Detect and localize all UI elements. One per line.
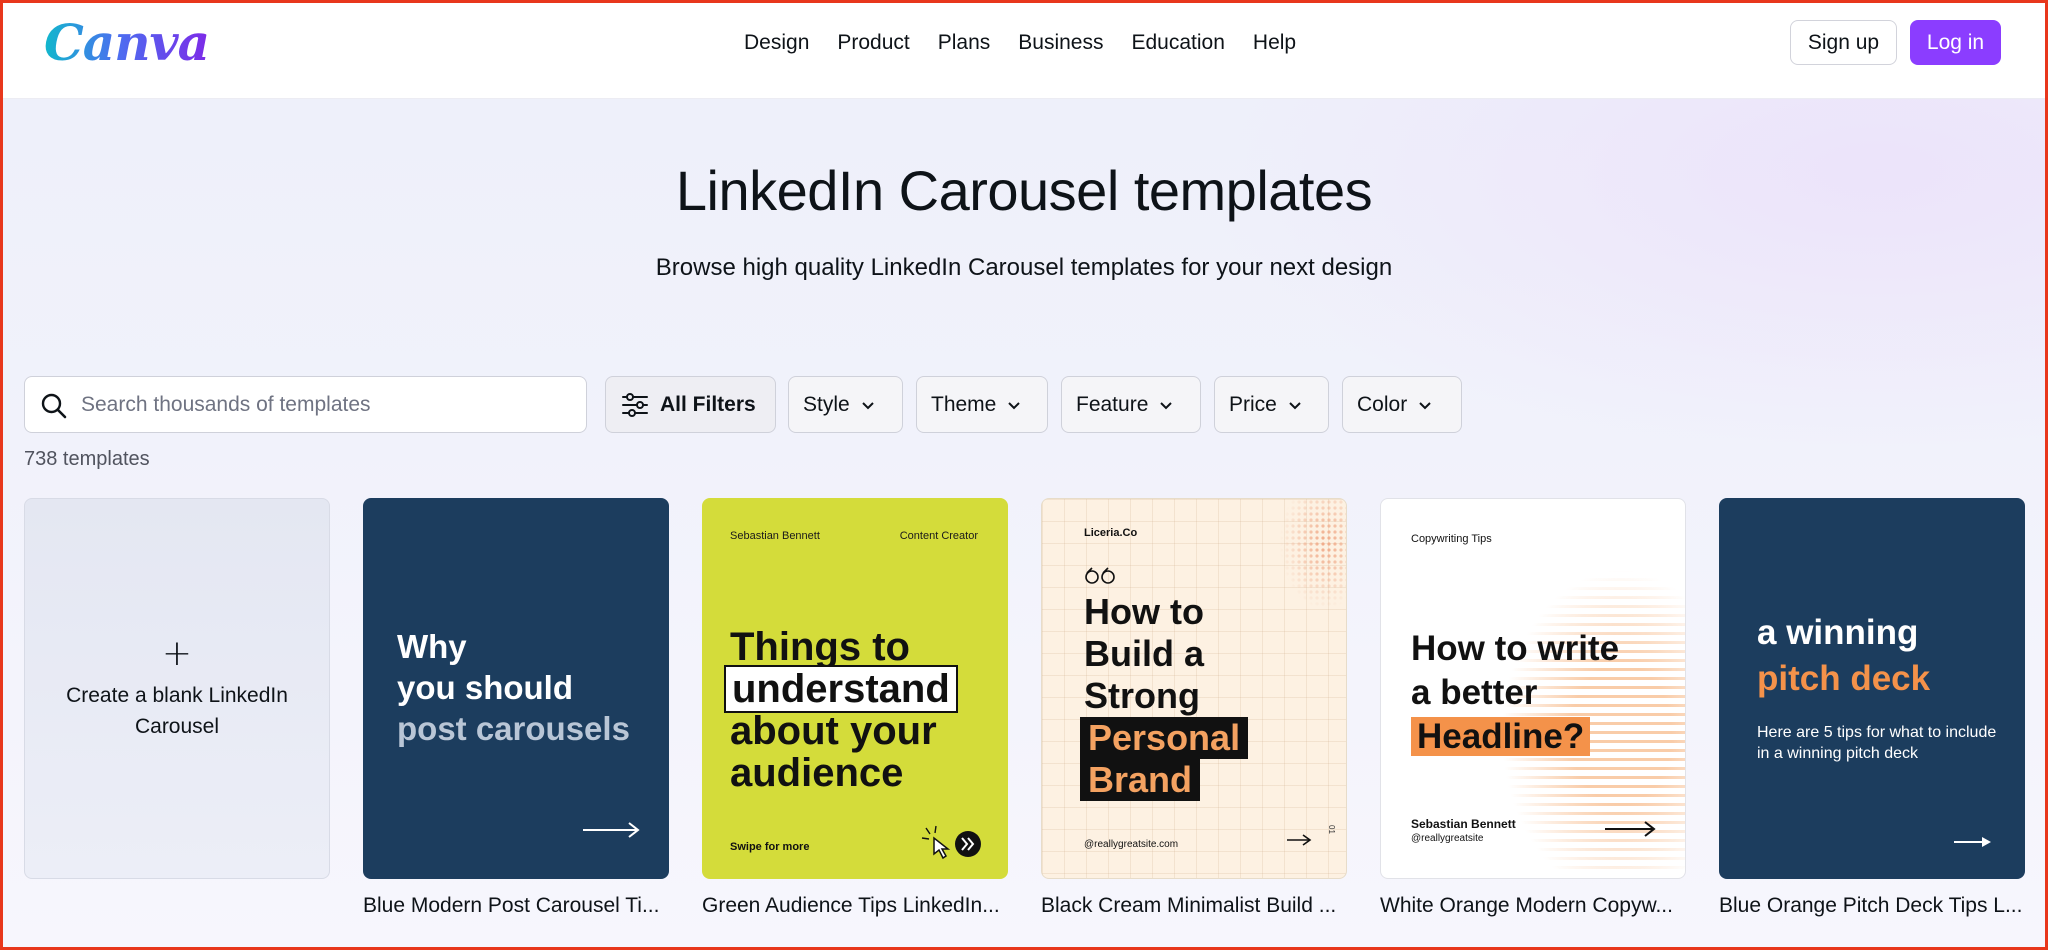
card-label: Copywriting Tips	[1411, 533, 1492, 545]
arrow-right-icon	[1954, 837, 1991, 847]
arrow-right-icon	[1605, 821, 1656, 837]
headline-line: How to	[1084, 591, 1204, 632]
headline-line: a winning	[1757, 613, 1919, 652]
color-filter-label: Color	[1357, 392, 1408, 416]
chevron-down-icon	[861, 401, 874, 409]
headline-line: about your	[730, 709, 937, 753]
template-title[interactable]: Green Audience Tips LinkedIn...	[702, 894, 1008, 918]
price-filter-label: Price	[1229, 392, 1277, 416]
style-filter-label: Style	[803, 392, 850, 416]
template-card-black-cream[interactable]: Liceria.Co How to Build a Strong Persona…	[1041, 498, 1347, 879]
feature-filter[interactable]: Feature	[1061, 376, 1201, 433]
arrow-right-icon	[1287, 834, 1312, 846]
create-blank-label: Create a blank LinkedIn Carousel	[66, 683, 288, 738]
nav-product[interactable]: Product	[823, 26, 923, 60]
headline-highlight: Personal	[1080, 717, 1249, 759]
template-card-pitch-deck[interactable]: a winning pitch deck Here are 5 tips for…	[1719, 498, 2025, 879]
plus-icon: +	[161, 632, 193, 674]
chevron-down-icon	[1289, 401, 1301, 409]
headline-highlight: Brand	[1080, 759, 1201, 801]
nav-help[interactable]: Help	[1239, 26, 1310, 60]
template-count: 738 templates	[24, 448, 150, 470]
main-nav: Design Product Plans Business Education …	[730, 26, 1310, 60]
headline-line: How to write	[1411, 629, 1620, 668]
price-filter[interactable]: Price	[1214, 376, 1329, 433]
template-title[interactable]: Blue Modern Post Carousel Ti...	[363, 894, 669, 918]
card-author: Sebastian Bennett	[730, 530, 820, 542]
search-input[interactable]	[81, 377, 571, 432]
card-website: @reallygreatsite.com	[1084, 839, 1179, 850]
card-author: Sebastian Bennett	[1411, 817, 1516, 831]
headline-line: Build a	[1084, 633, 1205, 674]
all-filters-button[interactable]: All Filters	[605, 376, 776, 433]
template-card-green-audience[interactable]: Sebastian Bennett Content Creator Things…	[702, 498, 1008, 879]
template-card-blue-modern[interactable]: Why you should post carousels	[363, 498, 669, 879]
nav-business[interactable]: Business	[1004, 26, 1117, 60]
card-headline: How to write a better Headline?	[1411, 627, 1681, 759]
headline-line: post carousels	[397, 710, 630, 747]
headline-line: Why	[397, 628, 467, 665]
swipe-label: Swipe for more	[730, 841, 810, 853]
headline-line: a better	[1411, 673, 1538, 712]
card-headline: Why you should post carousels	[397, 626, 657, 749]
log-in-button[interactable]: Log in	[1910, 20, 2001, 65]
card-headline: How to Build a Strong Personal Brand	[1080, 591, 1334, 801]
create-blank-card[interactable]: + Create a blank LinkedIn Carousel	[24, 498, 330, 879]
page-subtitle: Browse high quality LinkedIn Carousel te…	[655, 254, 1393, 281]
card-description: Here are 5 tips for what to include in a…	[1757, 724, 1997, 762]
top-header: Canva Design Product Plans Business Educ…	[0, 0, 2048, 99]
sign-up-button[interactable]: Sign up	[1790, 20, 1897, 65]
chevron-down-icon	[1008, 401, 1021, 409]
card-headline: Things to understand about your audience	[724, 625, 1000, 795]
headline-line: Strong	[1084, 675, 1200, 716]
template-title[interactable]: Black Cream Minimalist Build ...	[1041, 894, 1347, 918]
nav-plans[interactable]: Plans	[924, 26, 1005, 60]
headline-highlight: Headline?	[1411, 717, 1591, 756]
chevron-down-icon	[1160, 401, 1173, 409]
canva-logo[interactable]: Canva	[44, 14, 210, 72]
headline-line: audience	[730, 751, 904, 795]
theme-filter-label: Theme	[931, 392, 997, 416]
search-box	[24, 376, 587, 433]
nav-education[interactable]: Education	[1118, 26, 1239, 60]
pointer-click-icon	[921, 825, 981, 860]
headline-highlight: pitch deck	[1757, 659, 1931, 698]
nav-design[interactable]: Design	[730, 26, 823, 60]
card-headline: a winning pitch deck	[1757, 610, 2017, 702]
card-page-number: 01	[1327, 825, 1336, 834]
card-brand: Liceria.Co	[1084, 527, 1138, 539]
color-filter[interactable]: Color	[1342, 376, 1462, 433]
all-filters-label: All Filters	[660, 392, 756, 416]
page-title: LinkedIn Carousel templates	[675, 159, 1373, 222]
headline-highlight: understand	[724, 665, 958, 713]
card-role: Content Creator	[899, 530, 978, 542]
template-card-white-orange[interactable]: Copywriting Tips How to write a better H…	[1380, 498, 1686, 879]
headline-line: Things to	[730, 625, 910, 669]
style-filter[interactable]: Style	[788, 376, 903, 433]
template-title[interactable]: Blue Orange Pitch Deck Tips L...	[1719, 894, 2025, 918]
template-title[interactable]: White Orange Modern Copyw...	[1380, 894, 1686, 918]
feature-filter-label: Feature	[1076, 392, 1149, 416]
card-handle: @reallygreatsite	[1411, 833, 1484, 844]
headline-line: you should	[397, 669, 573, 706]
theme-filter[interactable]: Theme	[916, 376, 1048, 433]
quote-icon	[1085, 567, 1115, 584]
chevron-down-icon	[1419, 401, 1431, 409]
sliders-icon	[622, 392, 648, 417]
arrow-right-icon	[583, 822, 640, 838]
search-icon	[41, 393, 67, 419]
